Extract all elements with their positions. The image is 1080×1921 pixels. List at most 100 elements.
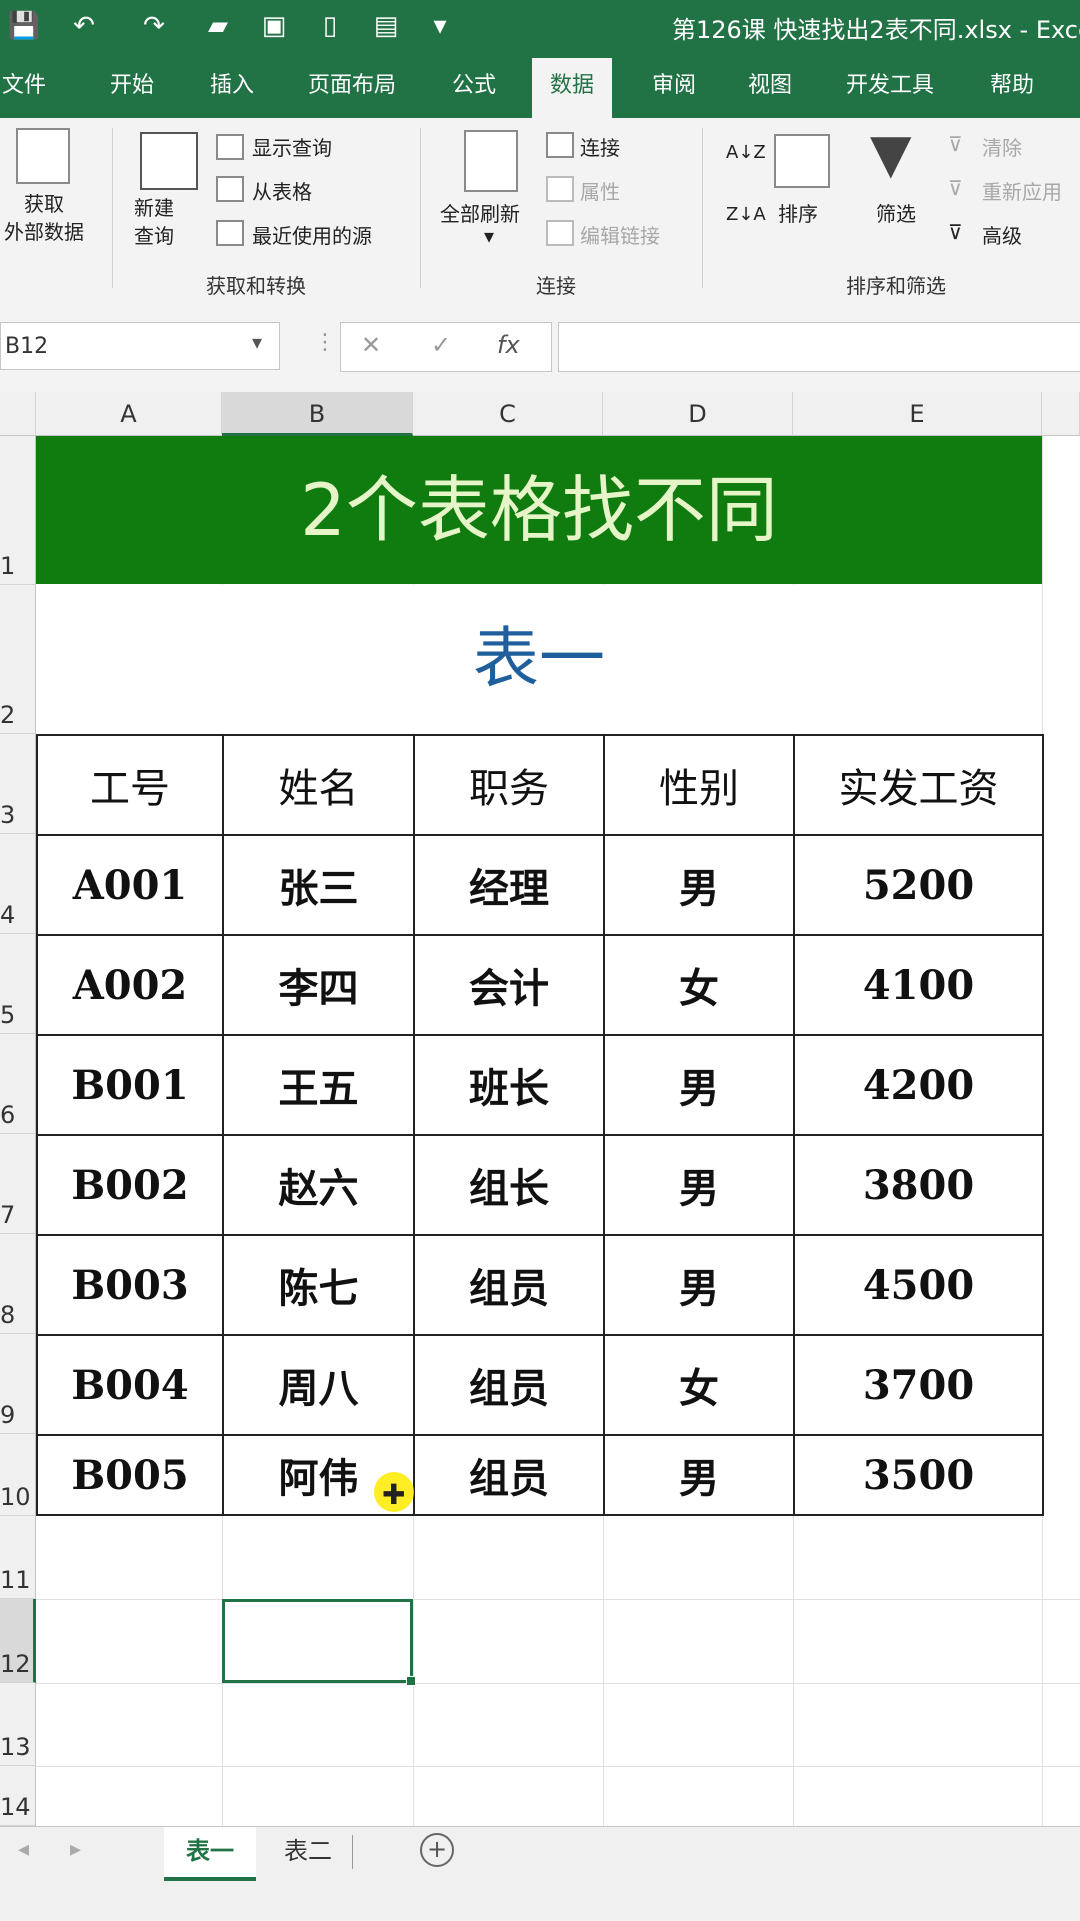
scroll-left-icon[interactable]: ◂	[18, 1837, 29, 1862]
name-box-dropdown-icon[interactable]: ▾	[252, 330, 262, 354]
row-header[interactable]: 14	[0, 1766, 36, 1826]
cell[interactable]: 赵六	[222, 1134, 415, 1236]
cell[interactable]: 4200	[793, 1034, 1044, 1136]
row-header[interactable]: 8	[0, 1234, 36, 1334]
cell[interactable]: 4100	[793, 934, 1044, 1036]
cell[interactable]: 3800	[793, 1134, 1044, 1236]
row-header[interactable]: 2	[0, 585, 36, 734]
formula-input[interactable]	[558, 322, 1080, 372]
tab-developer[interactable]: 开发工具	[846, 66, 934, 106]
row-header[interactable]: 6	[0, 1034, 36, 1134]
tab-data[interactable]: 数据	[532, 58, 613, 118]
row-header[interactable]: 13	[0, 1683, 36, 1766]
tab-review[interactable]: 审阅	[652, 66, 696, 106]
cell[interactable]: 周八	[222, 1334, 415, 1436]
cell[interactable]: 经理	[413, 834, 605, 936]
filter-button[interactable]: 筛选	[876, 198, 916, 227]
cell[interactable]: 女	[603, 1334, 795, 1436]
get-external-data-button[interactable]: 获取 外部数据	[4, 190, 84, 246]
customize-qat-icon[interactable]: ▾	[420, 6, 460, 46]
new-query-button[interactable]: 新建 查询	[134, 194, 174, 250]
header-cell[interactable]: 性别	[603, 734, 795, 836]
cell[interactable]: 会计	[413, 934, 605, 1036]
cell[interactable]: B002	[36, 1134, 224, 1236]
tab-home[interactable]: 开始	[110, 66, 154, 106]
cell[interactable]: 李四	[222, 934, 415, 1036]
recent-sources-button[interactable]: 最近使用的源	[252, 220, 372, 249]
print-preview-icon[interactable]: ▣	[254, 6, 294, 46]
tab-formulas[interactable]: 公式	[452, 66, 496, 106]
column-header-e[interactable]: E	[793, 392, 1042, 436]
row-header[interactable]: 3	[0, 734, 36, 834]
cell[interactable]: B003	[36, 1234, 224, 1336]
sort-button[interactable]: 排序	[778, 198, 818, 227]
resize-handle[interactable]: ⋮	[314, 330, 336, 355]
cell[interactable]: 班长	[413, 1034, 605, 1136]
form-icon[interactable]: ▤	[366, 6, 406, 46]
cell[interactable]: 5200	[793, 834, 1044, 936]
redo-icon[interactable]: ↷	[134, 6, 174, 46]
enter-icon[interactable]: ✓	[431, 331, 451, 359]
tab-insert[interactable]: 插入	[210, 66, 254, 106]
cell[interactable]: 4500	[793, 1234, 1044, 1336]
row-header[interactable]: 10	[0, 1434, 36, 1516]
edit-links-button[interactable]: 编辑链接	[580, 220, 660, 249]
row-header[interactable]: 11	[0, 1516, 36, 1599]
table-subtitle[interactable]: 表一	[36, 585, 1042, 733]
row-header[interactable]: 7	[0, 1134, 36, 1234]
column-header-d[interactable]: D	[603, 392, 793, 436]
name-box[interactable]: B12	[0, 322, 280, 370]
row-header[interactable]: 5	[0, 934, 36, 1034]
cell[interactable]: 3700	[793, 1334, 1044, 1436]
add-sheet-icon[interactable]: +	[420, 1833, 454, 1867]
cell[interactable]: 男	[603, 1134, 795, 1236]
cancel-icon[interactable]: ✕	[361, 331, 381, 359]
cell[interactable]: B001	[36, 1034, 224, 1136]
reapply-button[interactable]: 重新应用	[982, 176, 1062, 205]
row-header[interactable]: 12	[0, 1599, 36, 1683]
connections-button[interactable]: 连接	[580, 132, 620, 161]
cell[interactable]: B005	[36, 1434, 224, 1516]
cell[interactable]: 王五	[222, 1034, 415, 1136]
chevron-down-icon[interactable]: ▾	[484, 224, 494, 248]
undo-icon[interactable]: ↶	[64, 6, 104, 46]
sheet-tab-1[interactable]: 表一	[164, 1827, 256, 1881]
cell[interactable]: 女	[603, 934, 795, 1036]
from-table-button[interactable]: 从表格	[252, 176, 312, 205]
cell[interactable]: 陈七	[222, 1234, 415, 1336]
insert-function-icon[interactable]: fx	[497, 331, 520, 359]
cell[interactable]: 组员	[413, 1234, 605, 1336]
show-query-button[interactable]: 显示查询	[252, 132, 332, 161]
header-cell[interactable]: 姓名	[222, 734, 415, 836]
cell[interactable]: 男	[603, 1234, 795, 1336]
sheet-banner-title[interactable]: 2个表格找不同	[36, 436, 1042, 584]
advanced-button[interactable]: 高级	[982, 220, 1022, 249]
active-cell-b12[interactable]	[222, 1599, 416, 1686]
header-cell[interactable]: 实发工资	[793, 734, 1044, 836]
cell[interactable]: 3500	[793, 1434, 1044, 1516]
sheet-tab-2[interactable]: 表二	[262, 1827, 354, 1877]
column-header-f[interactable]	[1042, 392, 1080, 436]
cell[interactable]: 男	[603, 834, 795, 936]
column-header-b[interactable]: B	[222, 392, 413, 436]
select-all-corner[interactable]	[0, 392, 36, 436]
column-header-c[interactable]: C	[413, 392, 603, 436]
sort-ascending-button[interactable]: A↓Z	[726, 142, 766, 163]
row-header[interactable]: 4	[0, 834, 36, 934]
cell[interactable]: 张三	[222, 834, 415, 936]
properties-button[interactable]: 属性	[580, 176, 620, 205]
cell[interactable]: 组员	[413, 1334, 605, 1436]
clear-button[interactable]: 清除	[982, 132, 1022, 161]
cell[interactable]: 男	[603, 1434, 795, 1516]
header-cell[interactable]: 职务	[413, 734, 605, 836]
cell[interactable]: 男	[603, 1034, 795, 1136]
save-icon[interactable]: 💾	[4, 6, 44, 46]
tab-file[interactable]: 文件	[2, 66, 46, 106]
row-header[interactable]: 1	[0, 436, 36, 585]
cell[interactable]: A001	[36, 834, 224, 936]
scroll-right-icon[interactable]: ▸	[70, 1837, 81, 1862]
cell[interactable]: A002	[36, 934, 224, 1036]
cell[interactable]: B004	[36, 1334, 224, 1436]
cell[interactable]: 组员	[413, 1434, 605, 1516]
tab-page-layout[interactable]: 页面布局	[308, 66, 396, 106]
